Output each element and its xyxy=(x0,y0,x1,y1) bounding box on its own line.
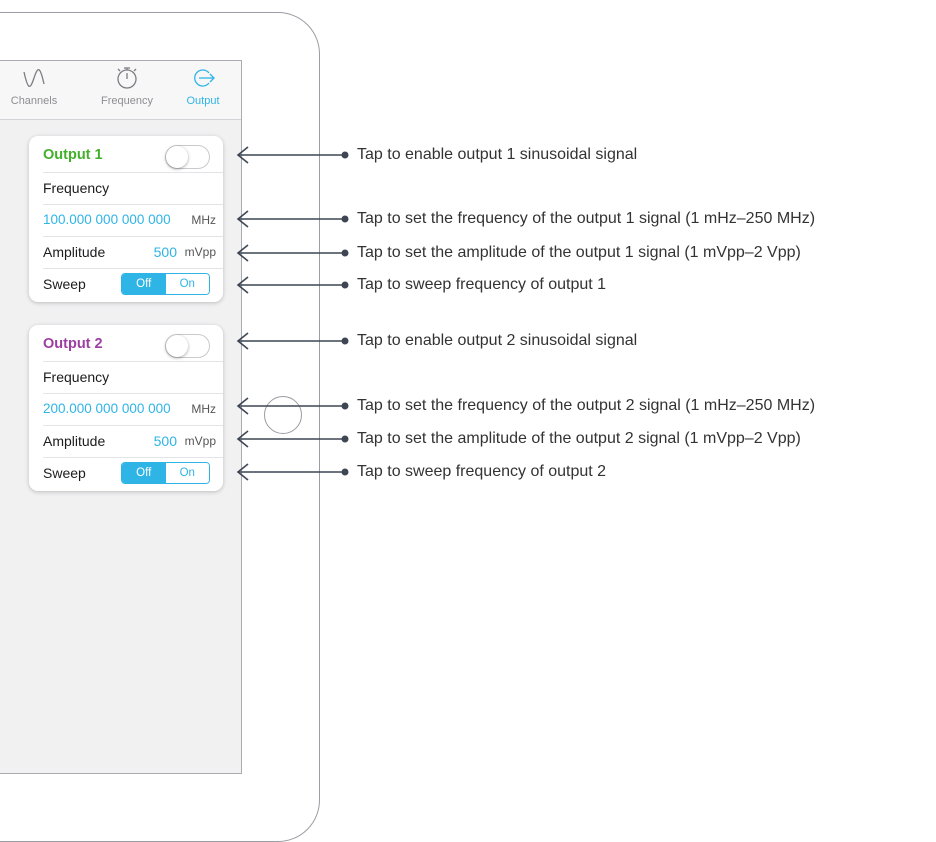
callout-frequency-output2: Tap to set the frequency of the output 2… xyxy=(357,397,816,414)
callout-amplitude-output1: Tap to set the amplitude of the output 1… xyxy=(357,244,801,261)
annotation-dot xyxy=(341,215,349,223)
callout-enable-output1: Tap to enable output 1 sinusoidal signal xyxy=(357,146,638,163)
callout-sweep-output1: Tap to sweep frequency of output 1 xyxy=(357,276,607,293)
callout-sweep-output2: Tap to sweep frequency of output 2 xyxy=(357,463,607,480)
callout-enable-output2: Tap to enable output 2 sinusoidal signal xyxy=(357,332,638,349)
annotation-dot xyxy=(341,151,349,159)
callout-amplitude-output2: Tap to set the amplitude of the output 2… xyxy=(357,430,801,447)
annotation-dot xyxy=(341,468,349,476)
annotation-dot xyxy=(341,402,349,410)
callout-frequency-output1: Tap to set the frequency of the output 1… xyxy=(357,210,816,227)
annotation-dot xyxy=(341,249,349,257)
annotation-dot xyxy=(341,435,349,443)
annotation-dot xyxy=(341,337,349,345)
annotation-dot xyxy=(341,281,349,289)
